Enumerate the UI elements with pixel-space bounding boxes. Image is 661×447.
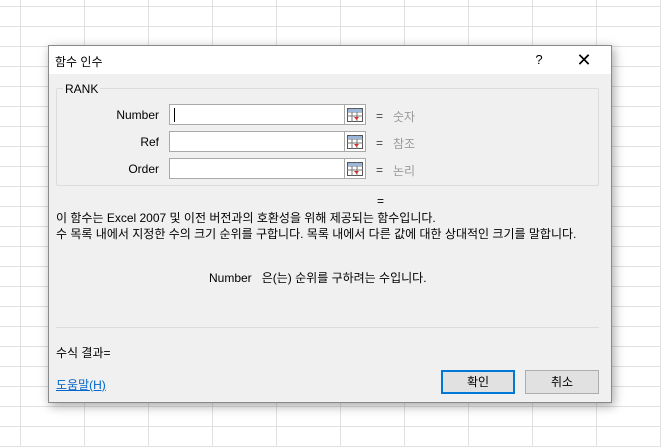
- number-range-select-icon[interactable]: [345, 104, 366, 125]
- argument-description-name: Number: [209, 271, 252, 285]
- arg-hint-number: 숫자: [393, 110, 416, 124]
- order-range-select-icon[interactable]: [345, 158, 366, 179]
- function-description: 이 함수는 Excel 2007 및 이전 버전과의 호환성을 위해 제공되는 …: [56, 210, 596, 242]
- function-name-label: RANK: [63, 82, 101, 96]
- description-line-2: 수 목록 내에서 지정한 수의 크기 순위를 구합니다. 목록 내에서 다른 값…: [56, 227, 577, 241]
- formula-result-label: 수식 결과=: [56, 346, 111, 360]
- cancel-button[interactable]: 취소: [525, 370, 599, 394]
- arg-equals-number: =: [376, 109, 384, 123]
- arg-label-number: Number: [116, 108, 159, 122]
- function-arguments-dialog: 함수 인수 ? ✕ RANK Number = 숫자 Ref = 참조 Orde…: [48, 45, 612, 403]
- ref-range-select-icon[interactable]: [345, 131, 366, 152]
- help-link[interactable]: 도움말(H): [56, 376, 106, 393]
- help-icon[interactable]: ?: [527, 48, 551, 72]
- argument-description-text: 은(는) 순위를 구하려는 수입니다.: [261, 271, 427, 285]
- description-line-1: 이 함수는 Excel 2007 및 이전 버전과의 호환성을 위해 제공되는 …: [56, 211, 436, 225]
- function-result-equals: =: [377, 194, 385, 208]
- arg-label-order: Order: [128, 162, 159, 176]
- title-bar[interactable]: 함수 인수 ? ✕: [49, 46, 611, 74]
- divider: [56, 327, 599, 328]
- number-input[interactable]: [169, 104, 345, 125]
- ok-button[interactable]: 확인: [441, 370, 515, 394]
- ref-input[interactable]: [169, 131, 345, 152]
- arg-hint-ref: 참조: [393, 137, 416, 151]
- arg-equals-order: =: [376, 163, 384, 177]
- arg-label-ref: Ref: [140, 135, 159, 149]
- text-cursor: [174, 108, 175, 122]
- order-input[interactable]: [169, 158, 345, 179]
- argument-description: Number 은(는) 순위를 구하려는 수입니다.: [209, 269, 427, 286]
- dialog-title: 함수 인수: [55, 55, 103, 69]
- arg-hint-order: 논리: [393, 164, 416, 178]
- close-icon[interactable]: ✕: [567, 48, 601, 72]
- arg-equals-ref: =: [376, 136, 384, 150]
